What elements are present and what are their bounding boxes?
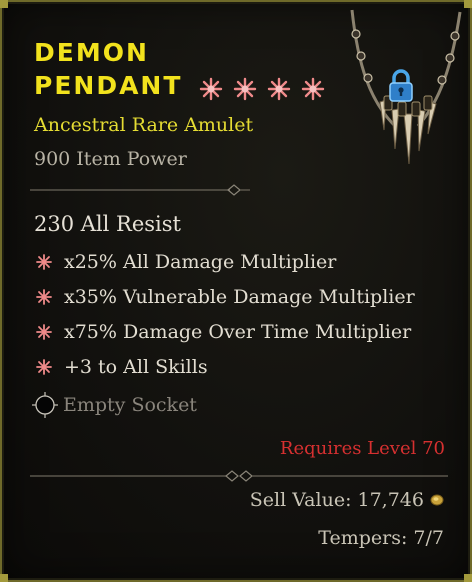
item-power: 900 Item Power bbox=[34, 148, 187, 170]
affix-line: x25% All Damage Multiplier bbox=[36, 251, 336, 273]
level-requirement: Requires Level 70 bbox=[279, 438, 445, 459]
masterwork-star-icon bbox=[267, 77, 291, 100]
lock-icon[interactable] bbox=[385, 68, 417, 104]
item-name-line1: DEMON bbox=[34, 38, 149, 67]
affix-bullet-icon bbox=[36, 359, 52, 375]
corner-ornament bbox=[464, 0, 472, 8]
masterwork-star-icon bbox=[301, 77, 325, 100]
corner-ornament bbox=[0, 574, 8, 582]
affix-text: x35% Vulnerable Damage Multiplier bbox=[64, 286, 415, 308]
item-tooltip: DEMON PENDANT Ancestral Rare Amulet 900 … bbox=[0, 0, 472, 582]
socket-label: Empty Socket bbox=[63, 394, 197, 416]
implicit-stat: 230 All Resist bbox=[34, 212, 181, 236]
tempers-count: Tempers: 7/7 bbox=[318, 527, 444, 549]
affix-bullet-icon bbox=[36, 254, 52, 270]
affix-text: x75% Damage Over Time Multiplier bbox=[64, 321, 412, 343]
socket-icon bbox=[32, 392, 58, 418]
corner-ornament bbox=[0, 0, 8, 8]
empty-socket: Empty Socket bbox=[31, 391, 197, 419]
item-type: Ancestral Rare Amulet bbox=[34, 114, 254, 136]
divider bbox=[30, 470, 448, 482]
sell-value: Sell Value: 17,746 bbox=[250, 489, 444, 511]
affix-line: x35% Vulnerable Damage Multiplier bbox=[36, 286, 415, 308]
corner-ornament bbox=[464, 574, 472, 582]
affix-bullet-icon bbox=[36, 289, 52, 305]
sell-value-text: Sell Value: 17,746 bbox=[249, 489, 424, 511]
masterwork-stars bbox=[199, 71, 335, 104]
affix-text: x25% All Damage Multiplier bbox=[64, 251, 337, 273]
masterwork-star-icon bbox=[199, 77, 223, 100]
masterwork-star-icon bbox=[233, 77, 257, 100]
affix-line: x75% Damage Over Time Multiplier bbox=[36, 321, 411, 343]
affix-text: +3 to All Skills bbox=[64, 356, 208, 378]
item-name-line2: PENDANT bbox=[34, 71, 183, 100]
affix-line: +3 to All Skills bbox=[36, 356, 208, 378]
gold-coin-icon bbox=[430, 494, 444, 506]
divider bbox=[30, 184, 250, 196]
item-name: DEMON PENDANT bbox=[34, 36, 335, 104]
affix-bullet-icon bbox=[36, 324, 52, 340]
